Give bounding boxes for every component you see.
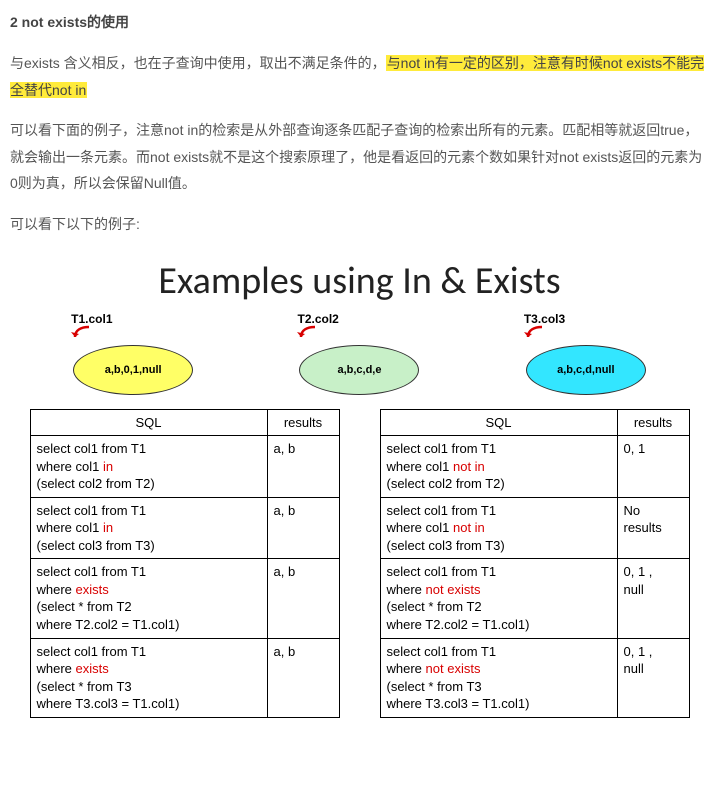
table-row: select col1 from T1 where col1 in (select … xyxy=(30,436,339,498)
sql-cell: select col1 from T1 where not exists (sele… xyxy=(380,638,617,717)
table-row: select col1 from T1 where col1 not in (sel… xyxy=(380,436,689,498)
examples-figure: Examples using In & Exists T1.col1 a,b,0… xyxy=(10,258,709,718)
sql-text: select col1 from T1 xyxy=(387,503,497,518)
table-header: SQL xyxy=(380,409,617,436)
curved-arrow-icon xyxy=(67,324,97,349)
sql-keyword: not exists xyxy=(426,661,481,676)
sql-text: select col1 from T1 xyxy=(37,441,147,456)
paragraph-1: 与exists 含义相反，也在子查询中使用，取出不满足条件的，与not in有一… xyxy=(10,50,709,103)
table-header: results xyxy=(267,409,339,436)
sql-cell: select col1 from T1 where exists (select *… xyxy=(30,559,267,638)
sql-text: (select * from T2 xyxy=(387,599,482,614)
sql-text: (select col3 from T3) xyxy=(387,538,505,553)
sql-text: where T3.col3 = T1.col1) xyxy=(37,696,180,711)
table-row: select col1 from T1 where col1 in (select … xyxy=(30,497,339,559)
curved-arrow-icon xyxy=(293,324,323,349)
figure-title: Examples using In & Exists xyxy=(20,258,699,304)
sql-text: (select * from T3 xyxy=(37,679,132,694)
sql-text: select col1 from T1 xyxy=(37,564,147,579)
para1-text: 与exists 含义相反，也在子查询中使用，取出不满足条件的， xyxy=(10,55,386,71)
section-heading: 2 not exists的使用 xyxy=(10,12,709,32)
table-row: select col1 from T1 where col1 not in (sel… xyxy=(380,497,689,559)
result-cell: 0, 1 xyxy=(617,436,689,498)
sql-text: select col1 from T1 xyxy=(37,503,147,518)
sql-text: where col1 xyxy=(387,459,453,474)
tables-row: SQLresultsselect col1 from T1where col1 … xyxy=(20,409,699,718)
sql-text: (select col2 from T2) xyxy=(37,476,155,491)
sql-keyword: in xyxy=(103,459,113,474)
sql-text: (select col2 from T2) xyxy=(387,476,505,491)
sql-text: where T3.col3 = T1.col1) xyxy=(387,696,530,711)
sql-text: where xyxy=(37,582,76,597)
sql-cell: select col1 from T1 where col1 not in (sel… xyxy=(380,436,617,498)
sql-text: select col1 from T1 xyxy=(387,564,497,579)
sql-text: where col1 xyxy=(37,520,103,535)
oval-block: T2.col2 a,b,c,d,e xyxy=(269,312,449,395)
sql-keyword: exists xyxy=(76,582,109,597)
sql-text: where xyxy=(37,661,76,676)
sql-text: where xyxy=(387,661,426,676)
oval-block: T3.col3 a,b,c,d,null xyxy=(496,312,676,395)
sql-text: select col1 from T1 xyxy=(387,441,497,456)
table-row: select col1 from T1 where exists (select *… xyxy=(30,559,339,638)
sql-text: where xyxy=(387,582,426,597)
result-cell: a, b xyxy=(267,497,339,559)
sql-text: where T2.col2 = T1.col1) xyxy=(387,617,530,632)
sql-cell: select col1 from T1 where exists (select *… xyxy=(30,638,267,717)
sql-keyword: in xyxy=(103,520,113,535)
left-table: SQLresultsselect col1 from T1where col1 … xyxy=(30,409,340,718)
sql-text: (select col3 from T3) xyxy=(37,538,155,553)
sql-keyword: not in xyxy=(453,459,485,474)
sql-text: where T2.col2 = T1.col1) xyxy=(37,617,180,632)
table-row: select col1 from T1 where not exists (sele… xyxy=(380,559,689,638)
sql-text: where col1 xyxy=(387,520,453,535)
table-header: SQL xyxy=(30,409,267,436)
sql-text: (select * from T2 xyxy=(37,599,132,614)
result-cell: a, b xyxy=(267,638,339,717)
sql-cell: select col1 from T1 where col1 in (select … xyxy=(30,436,267,498)
result-cell: 0, 1 ,null xyxy=(617,559,689,638)
data-oval: a,b,c,d,e xyxy=(299,345,419,395)
table-row: select col1 from T1 where not exists (sele… xyxy=(380,638,689,717)
curved-arrow-icon xyxy=(520,324,550,349)
result-cell: a, b xyxy=(267,559,339,638)
sql-keyword: not exists xyxy=(426,582,481,597)
oval-block: T1.col1 a,b,0,1,null xyxy=(43,312,223,395)
sql-keyword: exists xyxy=(76,661,109,676)
paragraph-2: 可以看下面的例子，注意not in的检索是从外部查询逐条匹配子查询的检索出所有的… xyxy=(10,117,709,197)
result-cell: Noresults xyxy=(617,497,689,559)
data-oval: a,b,0,1,null xyxy=(73,345,193,395)
sql-text: where col1 xyxy=(37,459,103,474)
result-cell: 0, 1 ,null xyxy=(617,638,689,717)
sql-text: (select * from T3 xyxy=(387,679,482,694)
ovals-row: T1.col1 a,b,0,1,null T2.col2 a,b,c,d,e T3.… xyxy=(20,312,699,395)
right-table: SQLresultsselect col1 from T1where col1 … xyxy=(380,409,690,718)
result-cell: a, b xyxy=(267,436,339,498)
paragraph-3: 可以看下以下的例子: xyxy=(10,211,709,238)
sql-cell: select col1 from T1 where col1 not in (sel… xyxy=(380,497,617,559)
data-oval: a,b,c,d,null xyxy=(526,345,646,395)
table-row: select col1 from T1 where exists (select *… xyxy=(30,638,339,717)
sql-text: select col1 from T1 xyxy=(37,644,147,659)
sql-keyword: not in xyxy=(453,520,485,535)
sql-cell: select col1 from T1 where col1 in (select … xyxy=(30,497,267,559)
sql-cell: select col1 from T1 where not exists (sele… xyxy=(380,559,617,638)
table-header: results xyxy=(617,409,689,436)
sql-text: select col1 from T1 xyxy=(387,644,497,659)
